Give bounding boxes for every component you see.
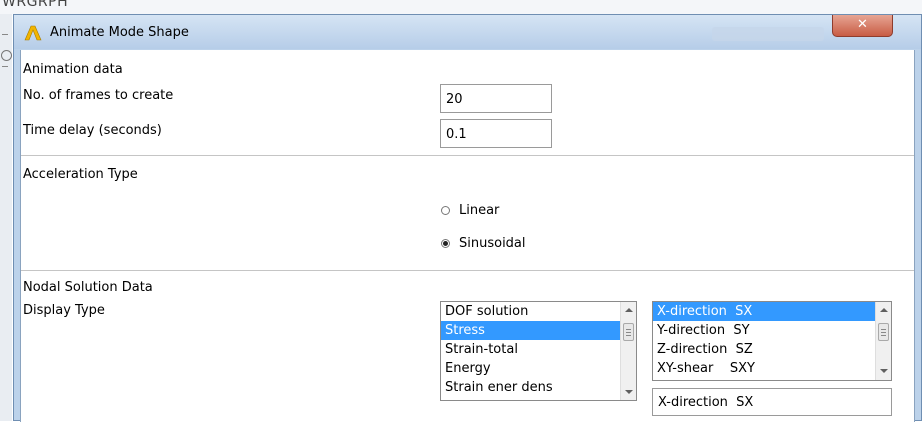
nodal-solution-section: Nodal Solution Data Display Type DOF sol…	[21, 271, 914, 422]
grip-icon	[881, 329, 886, 330]
display-type-scrollbar[interactable]	[620, 302, 636, 400]
background-window-text: WRGRPH	[2, 0, 69, 10]
animation-data-section: Animation data No. of frames to create 2…	[21, 50, 914, 156]
radio-sinusoidal-indicator	[441, 239, 450, 248]
list-item[interactable]: Strain-total	[441, 340, 636, 359]
background-left-toolbar	[0, 14, 12, 421]
animate-mode-shape-dialog: Animate Mode Shape ✕ Animation data No. …	[13, 14, 922, 422]
list-item[interactable]: Z-direction SZ	[653, 340, 891, 359]
radio-sinusoidal[interactable]: Sinusoidal	[441, 236, 526, 251]
list-item[interactable]: Energy	[441, 359, 636, 378]
nodal-solution-heading: Nodal Solution Data	[23, 280, 153, 295]
grip-icon	[881, 335, 886, 336]
scroll-down-icon[interactable]	[880, 369, 888, 373]
list-item[interactable]: Stress	[441, 321, 636, 340]
frames-label: No. of frames to create	[23, 88, 174, 103]
list-item[interactable]: Strain ener dens	[441, 378, 636, 397]
window-title: Animate Mode Shape	[50, 25, 189, 40]
acceleration-type-section: Acceleration Type Linear Sinusoidal	[21, 156, 914, 271]
scroll-up-icon[interactable]	[625, 308, 633, 312]
ansys-logo-icon	[24, 25, 42, 41]
background-toolbar-icon	[1, 50, 12, 61]
frames-input[interactable]: 20	[440, 84, 552, 113]
component-listbox[interactable]: X-direction SX Y-direction SY Z-directio…	[652, 301, 892, 381]
list-item[interactable]: X-direction SX	[653, 302, 891, 321]
close-icon: ✕	[857, 17, 868, 32]
scroll-thumb[interactable]	[623, 323, 634, 341]
scroll-down-icon[interactable]	[625, 390, 633, 394]
grip-icon	[881, 332, 886, 333]
list-item[interactable]: DOF solution	[441, 302, 636, 321]
radio-sinusoidal-label: Sinusoidal	[459, 236, 526, 251]
radio-linear-indicator	[441, 206, 450, 215]
scroll-thumb[interactable]	[878, 323, 889, 341]
background-toolbar-mark	[2, 66, 8, 67]
display-type-listbox[interactable]: DOF solution Stress Strain-total Energy …	[440, 301, 637, 401]
background-toolbar-mark	[2, 34, 8, 35]
close-button[interactable]: ✕	[832, 15, 893, 37]
grip-icon	[626, 335, 631, 336]
list-item[interactable]: XY-shear SXY	[653, 359, 891, 378]
grip-icon	[626, 332, 631, 333]
background-window: WRGRPH	[0, 0, 922, 14]
component-selection-field[interactable]: X-direction SX	[652, 388, 892, 416]
radio-linear-label: Linear	[459, 203, 500, 218]
display-type-label: Display Type	[23, 303, 105, 318]
component-scrollbar[interactable]	[875, 302, 891, 380]
time-delay-input[interactable]: 0.1	[440, 119, 552, 148]
time-delay-label: Time delay (seconds)	[23, 123, 162, 138]
grip-icon	[626, 329, 631, 330]
dialog-body: Animation data No. of frames to create 2…	[20, 50, 915, 422]
animation-data-heading: Animation data	[23, 62, 123, 77]
acceleration-type-heading: Acceleration Type	[23, 167, 138, 182]
title-bar[interactable]: Animate Mode Shape ✕	[14, 15, 921, 49]
background-title-ghost	[712, 27, 824, 41]
scroll-up-icon[interactable]	[880, 308, 888, 312]
list-item[interactable]: Y-direction SY	[653, 321, 891, 340]
radio-linear[interactable]: Linear	[441, 203, 499, 218]
